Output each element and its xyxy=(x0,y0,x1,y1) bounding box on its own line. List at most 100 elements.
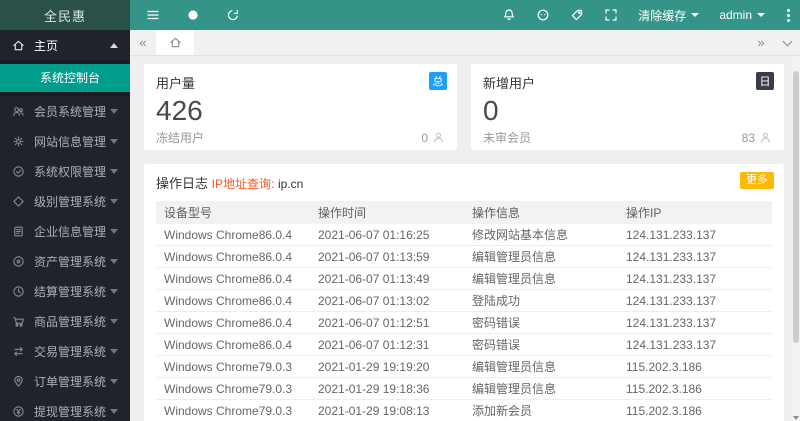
more-button[interactable]: 更多 xyxy=(740,172,774,189)
sidebar-item-label: 结算管理系统 xyxy=(34,284,106,299)
home-icon xyxy=(12,39,25,52)
footer-value: 83 xyxy=(741,130,755,145)
log-table-row: Windows Chrome79.0.3 2021-01-29 19:19:20… xyxy=(156,355,772,378)
sidebar-item-home[interactable]: 主页 xyxy=(0,30,130,60)
fullscreen-icon[interactable] xyxy=(604,8,618,22)
col-device: 设备型号 xyxy=(156,201,310,224)
home-icon xyxy=(169,36,182,49)
cell-ip: 115.202.3.186 xyxy=(618,377,772,400)
chevron-down-icon xyxy=(110,198,118,204)
cell-device: Windows Chrome86.0.4 xyxy=(156,311,310,334)
clear-cache-dropdown[interactable]: 清除缓存 xyxy=(638,7,700,24)
sidebar-item-site-info[interactable]: 网站信息管理 xyxy=(0,126,130,156)
cell-device: Windows Chrome86.0.4 xyxy=(156,333,310,356)
document-icon xyxy=(12,225,25,238)
cell-ip: 115.202.3.186 xyxy=(618,399,772,421)
cell-time: 2021-06-07 01:16:25 xyxy=(310,224,464,246)
sidebar-item-assets[interactable]: 资产管理系统 xyxy=(0,246,130,276)
log-table-row: Windows Chrome79.0.3 2021-01-29 19:18:36… xyxy=(156,377,772,400)
tab-home[interactable] xyxy=(156,30,194,55)
log-table-row: Windows Chrome86.0.4 2021-06-07 01:13:02… xyxy=(156,289,772,312)
chevron-down-icon xyxy=(110,108,118,114)
footer-label: 冻结用户 xyxy=(156,131,205,145)
card-footer: 冻结用户 0 xyxy=(156,129,445,146)
page-content: 用户量 总 426 冻结用户 0 新增用户 日 0 未审会员 83 操作日志 I… xyxy=(130,56,800,421)
users-count: 426 xyxy=(156,95,203,126)
sidebar-item-console[interactable]: 系统控制台 xyxy=(0,64,130,92)
chevron-down-icon xyxy=(110,408,118,414)
sidebar-item-withdrawals[interactable]: 提现管理系统 xyxy=(0,396,130,421)
daily-badge[interactable]: 日 xyxy=(756,72,774,90)
cell-ip: 124.131.233.137 xyxy=(618,289,772,312)
sidebar-item-members[interactable]: 会员系统管理 xyxy=(0,96,130,126)
sidebar-item-orders[interactable]: 订单管理系统 xyxy=(0,366,130,396)
chevron-down-icon xyxy=(110,258,118,264)
sidebar-submenu: 系统控制台 xyxy=(0,60,130,96)
cell-time: 2021-01-29 19:18:36 xyxy=(310,377,464,400)
money-circle-icon xyxy=(12,405,25,418)
user-dropdown[interactable]: admin xyxy=(719,8,765,22)
ip-query-link[interactable]: ip.cn xyxy=(278,177,303,191)
scrollbar-thumb[interactable] xyxy=(793,71,799,343)
tab-bar-controls: » xyxy=(748,30,800,55)
cell-device: Windows Chrome86.0.4 xyxy=(156,267,310,290)
col-time: 操作时间 xyxy=(310,201,464,224)
chevron-down-icon xyxy=(757,13,765,17)
sidebar-item-permissions[interactable]: 系统权限管理 xyxy=(0,156,130,186)
message-icon[interactable] xyxy=(536,8,550,22)
cell-ip: 124.131.233.137 xyxy=(618,311,772,334)
sidebar-item-label: 会员系统管理 xyxy=(34,104,106,119)
ip-query-label: IP地址查询: xyxy=(211,177,275,191)
tab-bar: « » xyxy=(130,30,800,56)
cell-time: 2021-06-07 01:13:49 xyxy=(310,267,464,290)
footer-value-group: 0 xyxy=(421,131,445,145)
clock-icon xyxy=(12,285,25,298)
sidebar-item-label: 主页 xyxy=(34,38,59,53)
log-table-row: Windows Chrome86.0.4 2021-06-07 01:16:25… xyxy=(156,224,772,246)
chevron-down-icon xyxy=(110,318,118,324)
log-table-row: Windows Chrome86.0.4 2021-06-07 01:12:51… xyxy=(156,311,772,334)
sidebar-item-label: 企业信息管理 xyxy=(34,224,106,239)
check-circle-icon xyxy=(12,165,25,178)
tag-icon[interactable] xyxy=(570,8,584,22)
sidebar-item-enterprise[interactable]: 企业信息管理 xyxy=(0,216,130,246)
sidebar: 全民惠 主页 系统控制台 会员系统管理 网站信息管理 系统权限管理 级别管理系统… xyxy=(0,0,130,421)
total-badge[interactable]: 总 xyxy=(429,72,447,90)
more-options-icon[interactable] xyxy=(785,7,792,24)
swap-icon xyxy=(12,345,25,358)
chevron-down-icon xyxy=(110,138,118,144)
cell-device: Windows Chrome79.0.3 xyxy=(156,355,310,378)
person-icon xyxy=(432,131,445,144)
operation-log-panel: 操作日志 IP地址查询: ip.cn 更多 设备型号 操作时间 操作信息 操作I… xyxy=(144,164,784,421)
card-title: 用户量 xyxy=(156,76,196,91)
bell-icon[interactable] xyxy=(502,8,516,22)
cell-ip: 124.131.233.137 xyxy=(618,333,772,356)
cell-time: 2021-06-07 01:12:51 xyxy=(310,311,464,334)
cell-time: 2021-06-07 01:13:59 xyxy=(310,245,464,268)
cell-ip: 115.202.3.186 xyxy=(618,355,772,378)
tabs-menu-icon[interactable] xyxy=(774,30,800,55)
cell-info: 编辑管理员信息 xyxy=(464,377,618,400)
sidebar-item-trades[interactable]: 交易管理系统 xyxy=(0,336,130,366)
card-footer: 未审会员 83 xyxy=(483,129,772,146)
sidebar-item-goods[interactable]: 商品管理系统 xyxy=(0,306,130,336)
cell-info: 密码错误 xyxy=(464,311,618,334)
tabs-scroll-right-icon[interactable]: » xyxy=(748,30,774,55)
sidebar-item-settlement[interactable]: 结算管理系统 xyxy=(0,276,130,306)
chevron-down-icon xyxy=(110,348,118,354)
cell-info: 添加新会员 xyxy=(464,399,618,421)
vertical-scrollbar[interactable] xyxy=(792,57,800,421)
sidebar-item-levels[interactable]: 级别管理系统 xyxy=(0,186,130,216)
cell-time: 2021-06-07 01:13:02 xyxy=(310,289,464,312)
main-area: 清除缓存 admin « » 用户量 总 426 冻结用户 0 新增用户 日 0… xyxy=(130,0,800,421)
scrollbar-down-arrow-icon[interactable] xyxy=(792,416,800,420)
sidebar-item-label: 级别管理系统 xyxy=(34,194,106,209)
refresh-icon[interactable] xyxy=(226,8,240,22)
tabs-scroll-left-icon[interactable]: « xyxy=(130,30,156,55)
person-icon xyxy=(759,131,772,144)
menu-toggle-icon[interactable] xyxy=(146,8,160,22)
navbar-right: 清除缓存 admin xyxy=(502,7,800,24)
cell-info: 编辑管理员信息 xyxy=(464,355,618,378)
theme-icon[interactable] xyxy=(186,8,200,22)
stat-cards-row: 用户量 总 426 冻结用户 0 新增用户 日 0 未审会员 83 xyxy=(144,64,784,150)
